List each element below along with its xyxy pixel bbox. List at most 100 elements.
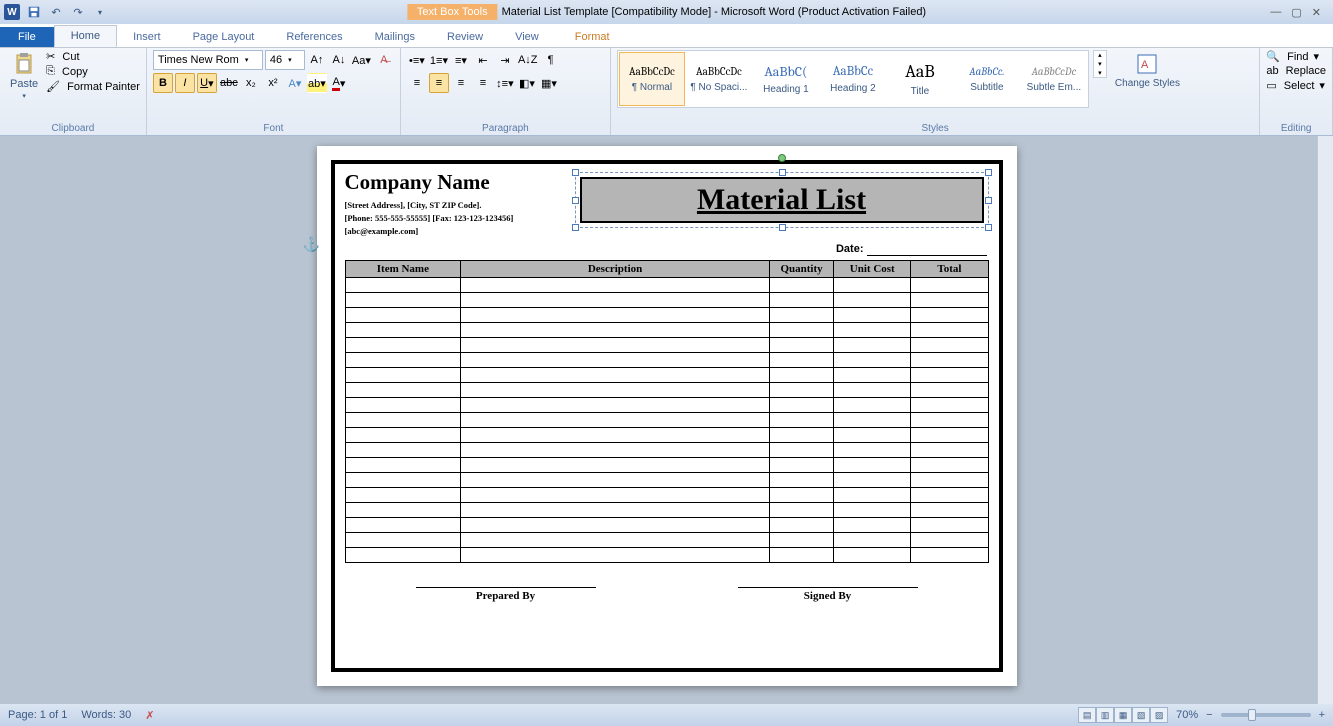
find-button[interactable]: 🔍 Find ▾	[1266, 50, 1319, 63]
sort-button[interactable]: A↓Z	[517, 50, 539, 70]
undo-icon[interactable]: ↶	[48, 4, 64, 20]
justify-button[interactable]: ≡	[473, 73, 493, 93]
page[interactable]: ⚓ Company Name [Street Address], [City, …	[317, 146, 1017, 686]
superscript-button[interactable]: x²	[263, 73, 283, 93]
zoom-out-button[interactable]: −	[1206, 709, 1212, 721]
resize-handle[interactable]	[572, 197, 579, 204]
tab-home[interactable]: Home	[54, 25, 117, 47]
style-heading2[interactable]: AaBbCcHeading 2	[820, 52, 886, 106]
table-row[interactable]	[345, 443, 988, 458]
company-email[interactable]: [abc@example.com]	[345, 225, 555, 238]
redo-icon[interactable]: ↷	[70, 4, 86, 20]
table-row[interactable]	[345, 518, 988, 533]
minimize-icon[interactable]: —	[1270, 6, 1281, 19]
company-address[interactable]: [Street Address], [City, ST ZIP Code].	[345, 199, 555, 212]
date-field[interactable]: Date:	[345, 241, 987, 256]
multilevel-button[interactable]: ≡▾	[451, 50, 471, 70]
company-name[interactable]: Company Name	[345, 170, 555, 195]
style-subtle-em[interactable]: AaBbCcDcSubtle Em...	[1021, 52, 1087, 106]
align-right-button[interactable]: ≡	[451, 73, 471, 93]
highlight-button[interactable]: ab▾	[307, 73, 327, 93]
shrink-font-button[interactable]: A↓	[329, 50, 349, 70]
table-row[interactable]	[345, 308, 988, 323]
style-title[interactable]: AaBTitle	[887, 52, 953, 106]
table-row[interactable]	[345, 413, 988, 428]
line-spacing-button[interactable]: ↕≡▾	[495, 73, 515, 93]
tab-page-layout[interactable]: Page Layout	[177, 27, 271, 47]
draft-view[interactable]: ▨	[1150, 707, 1168, 723]
table-row[interactable]	[345, 323, 988, 338]
resize-handle[interactable]	[985, 169, 992, 176]
prepared-by[interactable]: Prepared By	[416, 587, 596, 602]
show-marks-button[interactable]: ¶	[541, 50, 561, 70]
font-size-select[interactable]: 46▾	[265, 50, 305, 70]
align-center-button[interactable]: ≡	[429, 73, 449, 93]
word-count[interactable]: Words: 30	[81, 709, 131, 721]
grow-font-button[interactable]: A↑	[307, 50, 327, 70]
copy-button[interactable]: ⎘ Copy	[46, 65, 140, 78]
table-row[interactable]	[345, 278, 988, 293]
font-name-select[interactable]: Times New Rom▾	[153, 50, 263, 70]
qat-more-icon[interactable]: ▾	[92, 4, 108, 20]
proofing-icon[interactable]: ✗	[145, 709, 154, 722]
increase-indent-button[interactable]: ⇥	[495, 50, 515, 70]
borders-button[interactable]: ▦▾	[539, 73, 559, 93]
table-row[interactable]	[345, 353, 988, 368]
zoom-slider[interactable]	[1221, 713, 1311, 717]
tab-mailings[interactable]: Mailings	[359, 27, 431, 47]
vertical-scrollbar[interactable]	[1317, 136, 1333, 704]
document-title-text[interactable]: Material List	[697, 183, 866, 216]
tab-format[interactable]: Format	[559, 27, 626, 47]
resize-handle[interactable]	[779, 224, 786, 231]
table-row[interactable]	[345, 293, 988, 308]
resize-handle[interactable]	[572, 224, 579, 231]
table-row[interactable]	[345, 503, 988, 518]
italic-button[interactable]: I	[175, 73, 195, 93]
change-styles-button[interactable]: A Change Styles	[1111, 50, 1184, 91]
style-subtitle[interactable]: AaBbCc.Subtitle	[954, 52, 1020, 106]
select-button[interactable]: ▭ Select ▾	[1266, 79, 1325, 92]
underline-button[interactable]: U▾	[197, 73, 217, 93]
style-heading1[interactable]: AaBbC(Heading 1	[753, 52, 819, 106]
numbering-button[interactable]: 1≡▾	[429, 50, 449, 70]
close-icon[interactable]: ✕	[1312, 6, 1321, 19]
material-table[interactable]: Item Name Description Quantity Unit Cost…	[345, 260, 989, 563]
resize-handle[interactable]	[572, 169, 579, 176]
shading-button[interactable]: ◧▾	[517, 73, 537, 93]
table-row[interactable]	[345, 398, 988, 413]
document-canvas[interactable]: ⚓ Company Name [Street Address], [City, …	[0, 136, 1333, 704]
zoom-level[interactable]: 70%	[1176, 709, 1198, 721]
align-left-button[interactable]: ≡	[407, 73, 427, 93]
table-row[interactable]	[345, 368, 988, 383]
paste-button[interactable]: Paste ▾	[6, 50, 42, 102]
decrease-indent-button[interactable]: ⇤	[473, 50, 493, 70]
table-row[interactable]	[345, 548, 988, 563]
bold-button[interactable]: B	[153, 73, 173, 93]
zoom-in-button[interactable]: +	[1319, 709, 1325, 721]
title-textbox[interactable]: Material List	[575, 172, 989, 228]
table-row[interactable]	[345, 383, 988, 398]
tab-view[interactable]: View	[499, 27, 555, 47]
web-layout-view[interactable]: ▦	[1114, 707, 1132, 723]
table-row[interactable]	[345, 488, 988, 503]
font-color-button[interactable]: A▾	[329, 73, 349, 93]
table-row[interactable]	[345, 428, 988, 443]
bullets-button[interactable]: •≡▾	[407, 50, 427, 70]
tab-review[interactable]: Review	[431, 27, 499, 47]
table-row[interactable]	[345, 338, 988, 353]
format-painter-button[interactable]: 🖌 Format Painter	[46, 80, 140, 93]
page-indicator[interactable]: Page: 1 of 1	[8, 709, 67, 721]
maximize-icon[interactable]: ▢	[1291, 6, 1301, 19]
style-no-spacing[interactable]: AaBbCcDc¶ No Spaci...	[686, 52, 752, 106]
cut-button[interactable]: ✂ Cut	[46, 50, 140, 63]
styles-scroll[interactable]: ▴▾▾	[1093, 50, 1107, 78]
save-icon[interactable]	[26, 4, 42, 20]
signed-by[interactable]: Signed By	[738, 587, 918, 602]
strikethrough-button[interactable]: abc	[219, 73, 239, 93]
outline-view[interactable]: ▧	[1132, 707, 1150, 723]
print-layout-view[interactable]: ▤	[1078, 707, 1096, 723]
table-row[interactable]	[345, 458, 988, 473]
tab-references[interactable]: References	[270, 27, 358, 47]
resize-handle[interactable]	[985, 224, 992, 231]
subscript-button[interactable]: x₂	[241, 73, 261, 93]
